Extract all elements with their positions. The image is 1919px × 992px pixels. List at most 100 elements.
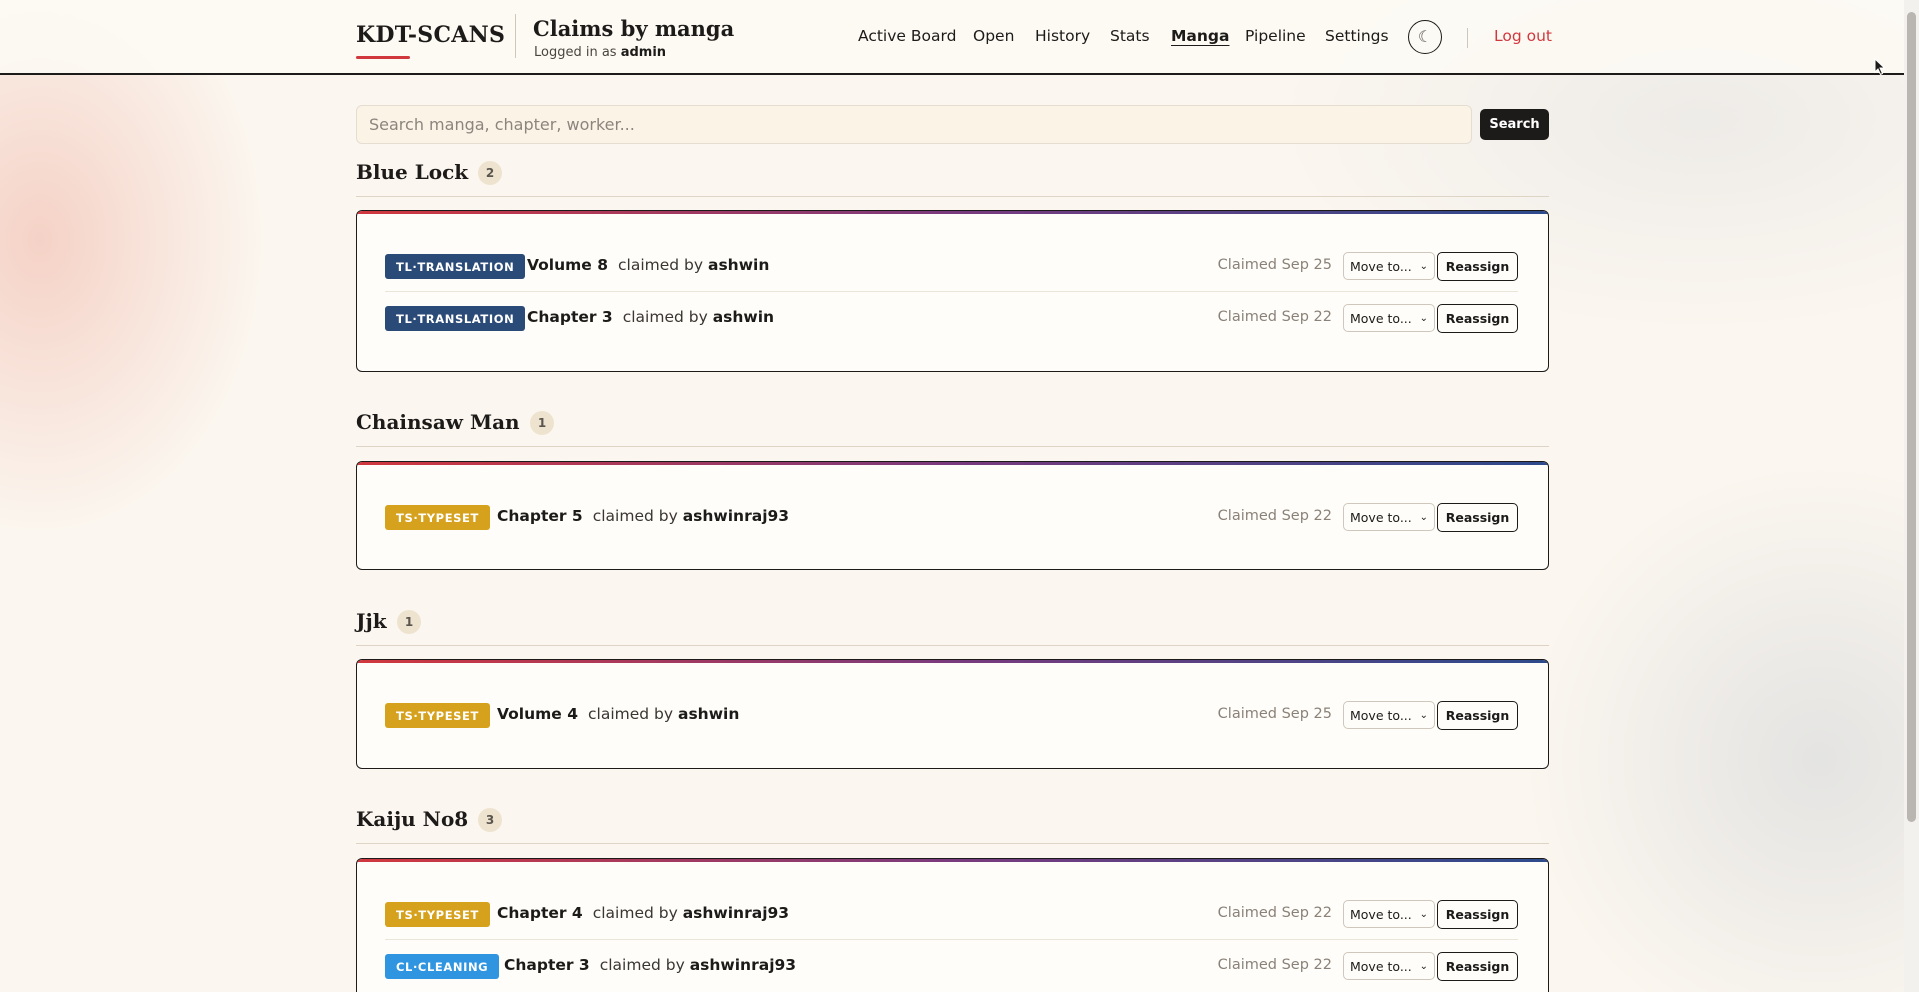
search-button[interactable]: Search xyxy=(1480,109,1549,140)
claimed-date: Claimed Sep 25 xyxy=(1217,706,1332,722)
claimed-date: Claimed Sep 25 xyxy=(1217,257,1332,273)
card-accent-strip xyxy=(357,660,1548,663)
card-accent-strip xyxy=(357,211,1548,214)
chevron-down-icon: ⌄ xyxy=(1419,960,1428,972)
nav-stats[interactable]: Stats xyxy=(1110,27,1150,45)
reassign-button[interactable]: Reassign xyxy=(1437,900,1518,929)
reassign-button[interactable]: Reassign xyxy=(1437,252,1518,281)
move-to-label: Move to... xyxy=(1350,509,1412,525)
group-divider xyxy=(356,843,1549,844)
manga-title: Jjk xyxy=(356,609,387,633)
claim-description: Chapter 3 claimed by ashwinraj93 xyxy=(504,956,796,974)
card-accent-strip xyxy=(357,462,1548,465)
claim-count-badge: 1 xyxy=(530,411,554,435)
claim-count-badge: 2 xyxy=(478,161,502,185)
stage-tag: TS·TYPESET xyxy=(385,505,490,530)
header-divider xyxy=(515,14,516,58)
brand-underline xyxy=(356,56,410,59)
worker-name[interactable]: ashwin xyxy=(713,308,774,326)
theme-toggle-button[interactable]: ☾ xyxy=(1408,20,1442,54)
claim-row: TS·TYPESET Chapter 5 claimed by ashwinraj9… xyxy=(385,491,1518,543)
worker-name[interactable]: ashwin xyxy=(678,705,739,723)
manga-title: Chainsaw Man xyxy=(356,410,520,434)
chapter-label: Chapter 3 xyxy=(504,956,590,974)
chevron-down-icon: ⌄ xyxy=(1419,709,1428,721)
claimed-by-label: claimed by xyxy=(622,308,708,326)
logged-in-user: admin xyxy=(620,45,667,60)
logged-in-status: Logged in as admin xyxy=(534,45,666,60)
logout-link[interactable]: Log out xyxy=(1494,27,1552,45)
claimed-by-label: claimed by xyxy=(599,956,685,974)
claimed-date: Claimed Sep 22 xyxy=(1217,957,1332,973)
manga-title: Blue Lock xyxy=(356,160,469,184)
chapter-label: Volume 8 xyxy=(527,256,608,274)
claims-card: TS·TYPESET Chapter 4 claimed by ashwinraj9… xyxy=(356,858,1549,992)
claim-row: TL·TRANSLATION Volume 8 claimed by ashwin C… xyxy=(385,240,1518,292)
reassign-button[interactable]: Reassign xyxy=(1437,952,1518,981)
search-input[interactable] xyxy=(356,105,1472,144)
nav-pipeline[interactable]: Pipeline xyxy=(1245,27,1306,45)
worker-name[interactable]: ashwinraj93 xyxy=(683,507,789,525)
manga-group-header: Jjk 1 xyxy=(356,609,1549,649)
claimed-by-label: claimed by xyxy=(588,705,674,723)
nav-open[interactable]: Open xyxy=(973,27,1014,45)
claimed-date: Claimed Sep 22 xyxy=(1217,508,1332,524)
mouse-cursor-icon xyxy=(1874,58,1886,76)
claim-row: TS·TYPESET Chapter 4 claimed by ashwinraj9… xyxy=(385,888,1518,940)
manga-group-header: Chainsaw Man 1 xyxy=(356,410,1549,450)
claimed-date: Claimed Sep 22 xyxy=(1217,309,1332,325)
nav-history[interactable]: History xyxy=(1035,27,1090,45)
logged-in-label: Logged in as xyxy=(534,45,617,60)
move-to-label: Move to... xyxy=(1350,958,1412,974)
top-bar: KDT-SCANS Claims by manga Logged in as a… xyxy=(0,0,1904,75)
move-to-select[interactable]: Move to... ⌄ xyxy=(1343,503,1435,531)
chapter-label: Chapter 3 xyxy=(527,308,613,326)
move-to-select[interactable]: Move to... ⌄ xyxy=(1343,252,1435,280)
claims-card: TS·TYPESET Chapter 5 claimed by ashwinraj9… xyxy=(356,461,1549,570)
move-to-label: Move to... xyxy=(1350,258,1412,274)
claim-description: Volume 8 claimed by ashwin xyxy=(527,256,769,274)
chapter-label: Volume 4 xyxy=(497,705,578,723)
claimed-by-label: claimed by xyxy=(618,256,704,274)
nav-divider xyxy=(1467,28,1468,48)
claims-card: TL·TRANSLATION Volume 8 claimed by ashwin C… xyxy=(356,210,1549,372)
stage-tag: CL·CLEANING xyxy=(385,954,500,979)
stage-tag: TS·TYPESET xyxy=(385,703,490,728)
group-divider xyxy=(356,196,1549,197)
stage-tag: TS·TYPESET xyxy=(385,902,490,927)
claim-description: Chapter 5 claimed by ashwinraj93 xyxy=(497,507,789,525)
reassign-button[interactable]: Reassign xyxy=(1437,701,1518,730)
claim-row: TL·TRANSLATION Chapter 3 claimed by ashwin… xyxy=(385,292,1518,344)
worker-name[interactable]: ashwinraj93 xyxy=(690,956,796,974)
move-to-select[interactable]: Move to... ⌄ xyxy=(1343,900,1435,928)
claimed-by-label: claimed by xyxy=(592,904,678,922)
nav-active-board[interactable]: Active Board xyxy=(858,27,956,45)
chevron-down-icon: ⌄ xyxy=(1419,312,1428,324)
move-to-label: Move to... xyxy=(1350,310,1412,326)
manga-title: Kaiju No8 xyxy=(356,807,469,831)
stage-tag: TL·TRANSLATION xyxy=(385,306,526,331)
brand-logo[interactable]: KDT-SCANS xyxy=(356,22,505,48)
chapter-label: Chapter 5 xyxy=(497,507,583,525)
manga-group-header: Kaiju No8 3 xyxy=(356,807,1549,847)
moon-icon: ☾ xyxy=(1417,29,1433,46)
claim-description: Volume 4 claimed by ashwin xyxy=(497,705,739,723)
move-to-select[interactable]: Move to... ⌄ xyxy=(1343,701,1435,729)
manga-group-header: Blue Lock 2 xyxy=(356,160,1549,200)
move-to-select[interactable]: Move to... ⌄ xyxy=(1343,952,1435,980)
claimed-by-label: claimed by xyxy=(592,507,678,525)
nav-manga[interactable]: Manga xyxy=(1171,27,1229,45)
chapter-label: Chapter 4 xyxy=(497,904,583,922)
reassign-button[interactable]: Reassign xyxy=(1437,503,1518,532)
worker-name[interactable]: ashwin xyxy=(708,256,769,274)
nav-settings[interactable]: Settings xyxy=(1325,27,1389,45)
reassign-button[interactable]: Reassign xyxy=(1437,304,1518,333)
claim-description: Chapter 4 claimed by ashwinraj93 xyxy=(497,904,789,922)
scrollbar-thumb[interactable] xyxy=(1907,12,1916,822)
claim-description: Chapter 3 claimed by ashwin xyxy=(527,308,774,326)
move-to-select[interactable]: Move to... ⌄ xyxy=(1343,304,1435,332)
chevron-down-icon: ⌄ xyxy=(1419,511,1428,523)
worker-name[interactable]: ashwinraj93 xyxy=(683,904,789,922)
chevron-down-icon: ⌄ xyxy=(1419,908,1428,920)
claimed-date: Claimed Sep 22 xyxy=(1217,905,1332,921)
